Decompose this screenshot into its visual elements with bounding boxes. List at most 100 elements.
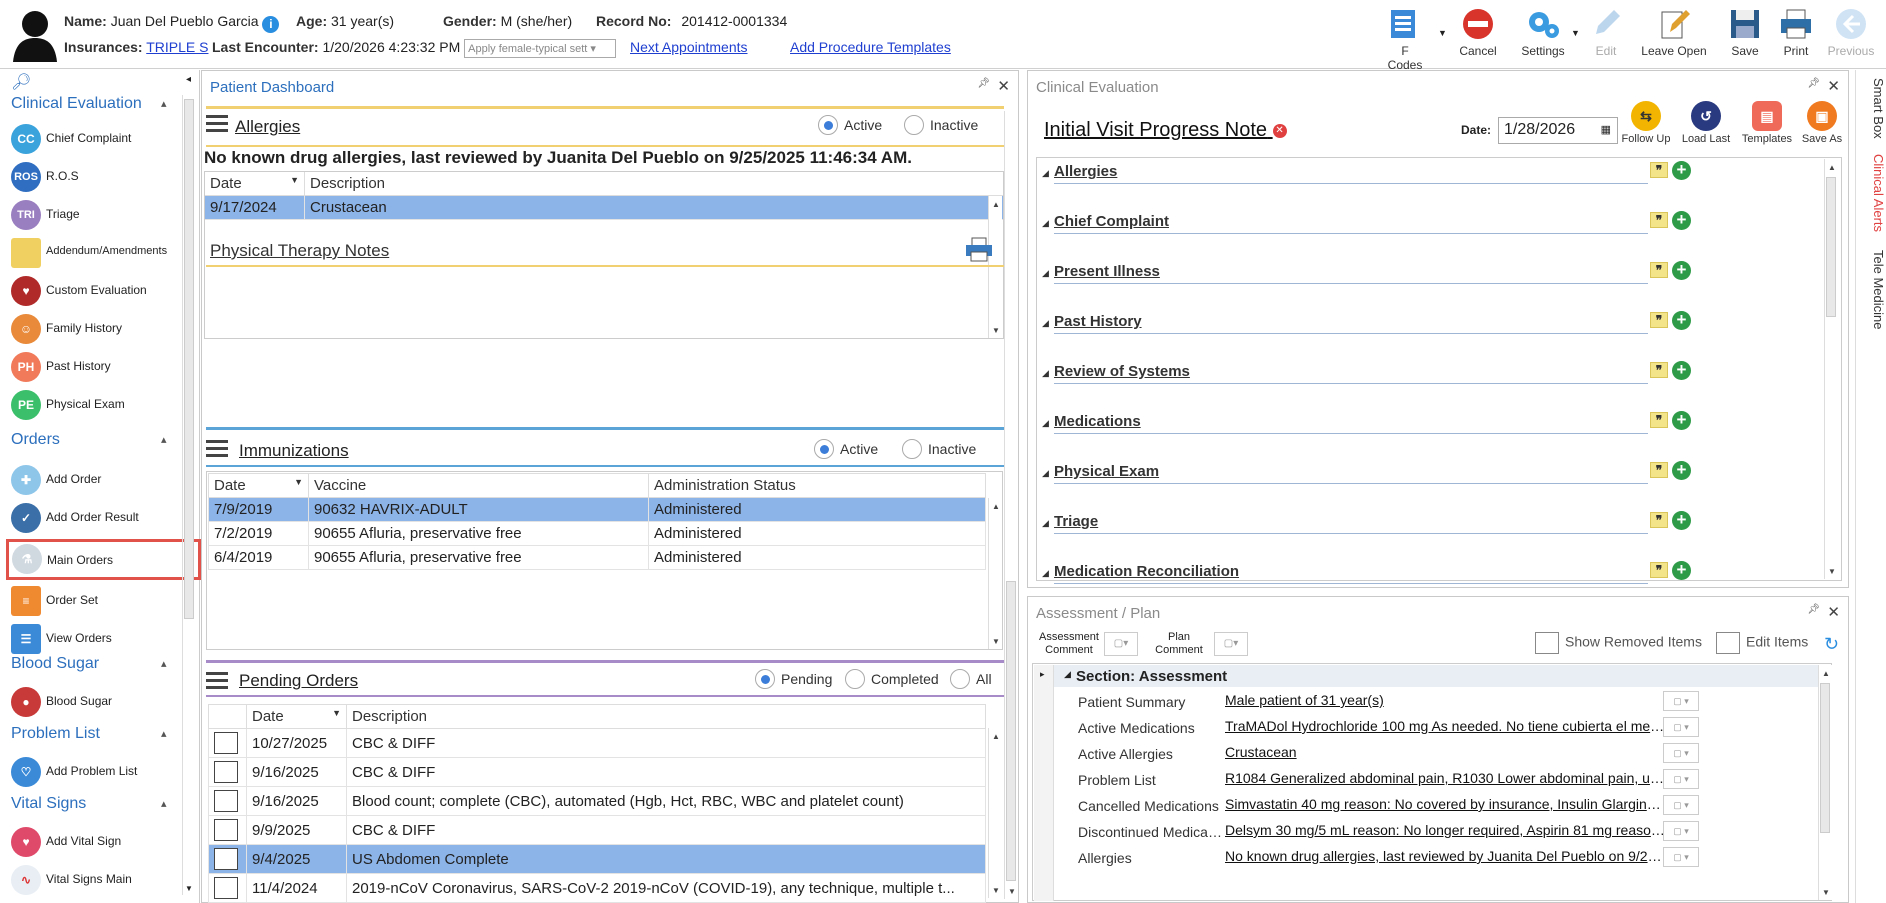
add-icon[interactable]: + — [1672, 561, 1691, 580]
section-title[interactable]: Triage — [1054, 513, 1098, 530]
search-icon[interactable]: 🔎︎ — [11, 72, 31, 92]
row-dropdown[interactable]: ▢ ▾ — [1663, 743, 1699, 763]
row-checkbox[interactable] — [214, 732, 238, 754]
add-icon[interactable]: + — [1672, 211, 1691, 230]
note-date-field[interactable]: 1/28/2026 ▦ — [1498, 117, 1618, 144]
expand-icon[interactable]: ▸ — [1040, 669, 1045, 680]
table-row[interactable]: 9/16/2025 CBC & DIFF — [208, 757, 986, 787]
assessment-value[interactable]: TraMADol Hydrochloride 100 mg As needed.… — [1225, 718, 1667, 734]
cancel-button[interactable]: Cancel — [1456, 6, 1500, 58]
left-scrollbar[interactable]: ▼ — [182, 95, 196, 895]
nav-addendum[interactable]: Addendum/Amendments — [11, 236, 186, 270]
evaluation-section[interactable]: ◢ Allergies ❞ + — [1042, 161, 1691, 205]
quote-icon[interactable]: ❞ — [1650, 462, 1668, 478]
row-dropdown[interactable]: ▢ ▾ — [1663, 769, 1699, 789]
section-blood-sugar[interactable]: Blood Sugar ▴ — [11, 655, 167, 673]
evaluation-section[interactable]: ◢ Past History ❞ + — [1042, 311, 1691, 355]
previous-button[interactable]: Previous — [1826, 6, 1876, 58]
chevron-up-icon[interactable]: ▴ — [161, 727, 167, 740]
section-title[interactable]: Physical Exam — [1054, 463, 1159, 480]
close-icon[interactable]: ✕ — [1827, 603, 1840, 621]
section-title[interactable]: Review of Systems — [1054, 363, 1190, 380]
assessment-row[interactable]: Allergies No known drug allergies, last r… — [1038, 845, 1699, 871]
pending-scrollbar[interactable]: ▲ ▼ — [988, 728, 1002, 898]
allergies-active-radio[interactable]: Active — [818, 115, 882, 135]
section-clinical-evaluation[interactable]: Clinical Evaluation ▴ — [11, 95, 167, 113]
add-icon[interactable]: + — [1672, 461, 1691, 480]
load-last-button[interactable]: ↺ Load Last — [1679, 101, 1733, 145]
nav-past-history[interactable]: PH Past History — [11, 350, 186, 384]
nav-chief-complaint[interactable]: CC Chief Complaint — [11, 122, 186, 156]
nav-family-history[interactable]: ☺ Family History — [11, 312, 186, 346]
completed-radio[interactable]: Completed — [845, 669, 939, 689]
quote-icon[interactable]: ❞ — [1650, 362, 1668, 378]
insurance-link[interactable]: TRIPLE S — [146, 39, 208, 55]
assessment-row[interactable]: Active Allergies Crustacean ▢ ▾ — [1038, 741, 1699, 767]
clinical-alerts-tab[interactable]: Clinical Alerts — [1863, 154, 1886, 232]
add-procedure-templates-link[interactable]: Add Procedure Templates — [790, 39, 951, 55]
nav-order-set[interactable]: ≡ Order Set — [11, 584, 186, 618]
table-row[interactable]: 9/9/2025 CBC & DIFF — [208, 815, 986, 845]
collapse-icon[interactable]: ◢ — [1042, 518, 1049, 529]
section-problem-list[interactable]: Problem List ▴ — [11, 725, 167, 743]
evaluation-section[interactable]: ◢ Present Illness ❞ + — [1042, 261, 1691, 305]
table-row[interactable]: 9/4/2025 US Abdomen Complete — [208, 844, 986, 874]
section-title[interactable]: Medications — [1054, 413, 1141, 430]
table-row[interactable]: 9/16/2025 Blood count; complete (CBC), au… — [208, 786, 986, 816]
row-dropdown[interactable]: ▢ ▾ — [1663, 717, 1699, 737]
dashboard-scrollbar[interactable]: ▼ — [1004, 111, 1018, 899]
save-as-button[interactable]: ▣ Save As — [1797, 101, 1847, 145]
section-assessment-row[interactable]: ◢ Section: Assessment — [1054, 665, 1818, 687]
nav-add-order-result[interactable]: ✓ Add Order Result — [11, 501, 186, 535]
evaluation-section[interactable]: ◢ Triage ❞ + — [1042, 511, 1691, 555]
pin-icon[interactable]: 📌︎ — [977, 78, 990, 89]
tele-medicine-tab[interactable]: Tele Medicine — [1863, 250, 1886, 330]
immun-scrollbar[interactable]: ▲ ▼ — [988, 498, 1002, 649]
apply-settings-select[interactable]: Apply female-typical sett ▾ — [464, 39, 617, 58]
quote-icon[interactable]: ❞ — [1650, 412, 1668, 428]
evaluation-scrollbar[interactable]: ▲ ▼ — [1824, 159, 1838, 579]
add-icon[interactable]: + — [1672, 261, 1691, 280]
collapse-icon[interactable]: ◢ — [1064, 669, 1071, 680]
show-removed-checkbox[interactable]: Show Removed Items — [1535, 632, 1702, 654]
edit-button[interactable]: Edit — [1586, 6, 1626, 58]
assessment-value[interactable]: Crustacean — [1225, 744, 1667, 760]
collapse-icon[interactable]: ◢ — [1042, 168, 1049, 179]
smart-box-tab[interactable]: Smart Box — [1863, 78, 1886, 139]
assessment-row[interactable]: Patient Summary Male patient of 31 year(s… — [1038, 689, 1699, 715]
info-icon[interactable]: i — [262, 16, 280, 33]
next-appointments-link[interactable]: Next Appointments — [630, 39, 748, 55]
immunizations-menu-icon[interactable] — [206, 440, 228, 458]
quote-icon[interactable]: ❞ — [1650, 212, 1668, 228]
assessment-row[interactable]: Cancelled Medications Simvastatin 40 mg r… — [1038, 793, 1699, 819]
row-checkbox[interactable] — [214, 761, 238, 783]
nav-custom-evaluation[interactable]: ♥ Custom Evaluation — [11, 274, 186, 308]
assessment-value[interactable]: Male patient of 31 year(s) — [1225, 692, 1667, 708]
nav-blood-sugar[interactable]: ● Blood Sugar — [11, 685, 186, 719]
leave-open-button[interactable]: Leave Open — [1640, 6, 1708, 58]
collapse-left-icon[interactable]: ◂ — [186, 74, 191, 85]
evaluation-section[interactable]: ◢ Review of Systems ❞ + — [1042, 361, 1691, 405]
evaluation-section[interactable]: ◢ Physical Exam ❞ + — [1042, 461, 1691, 505]
add-icon[interactable]: + — [1672, 511, 1691, 530]
collapse-icon[interactable]: ◢ — [1042, 568, 1049, 579]
pending-radio[interactable]: Pending — [755, 669, 832, 689]
quote-icon[interactable]: ❞ — [1650, 262, 1668, 278]
add-icon[interactable]: + — [1672, 311, 1691, 330]
calendar-icon[interactable]: ▦ — [1601, 123, 1611, 136]
quote-icon[interactable]: ❞ — [1650, 312, 1668, 328]
assessment-scrollbar[interactable]: ▲ ▼ — [1818, 665, 1832, 900]
allergies-scrollbar[interactable]: ▲ ▼ — [988, 196, 1002, 338]
close-icon[interactable]: ✕ — [997, 77, 1010, 95]
collapse-icon[interactable]: ◢ — [1042, 268, 1049, 279]
assessment-row[interactable]: Discontinued Medicati... Delsym 30 mg/5 m… — [1038, 819, 1699, 845]
allergies-menu-icon[interactable] — [206, 115, 228, 133]
nav-ros[interactable]: ROS R.O.S — [11, 160, 186, 194]
collapse-icon[interactable]: ◢ — [1042, 218, 1049, 229]
fcodes-dropdown-icon[interactable]: ▼ — [1438, 28, 1447, 38]
table-row[interactable]: 10/27/2025 CBC & DIFF — [208, 728, 986, 758]
print-button[interactable]: Print — [1776, 6, 1816, 58]
nav-add-order[interactable]: ✚ Add Order — [11, 463, 186, 497]
row-checkbox[interactable] — [214, 819, 238, 841]
section-orders[interactable]: Orders ▴ — [11, 431, 167, 449]
